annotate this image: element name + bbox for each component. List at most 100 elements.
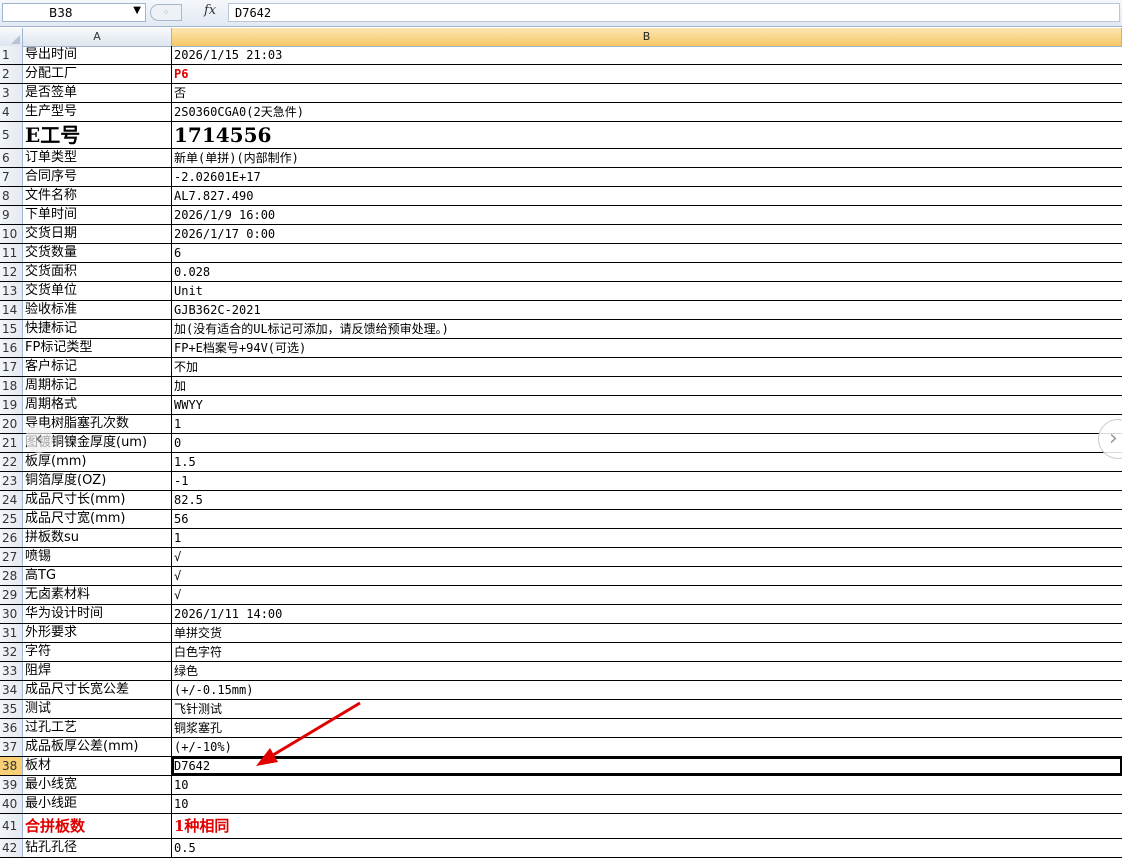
cell-a[interactable]: 板厚(mm) <box>23 453 172 471</box>
cell-a[interactable]: 交货数量 <box>23 244 172 262</box>
row-header[interactable]: 38 <box>0 757 23 775</box>
cell-b[interactable]: 2S0360CGA0(2天急件) <box>172 103 1122 121</box>
cell-a[interactable]: 快捷标记 <box>23 320 172 338</box>
row-header[interactable]: 39 <box>0 776 23 794</box>
cell-a[interactable]: 钻孔孔径 <box>23 839 172 857</box>
cell-b[interactable]: P6 <box>172 65 1122 83</box>
select-all-corner[interactable] <box>0 28 23 46</box>
row-header[interactable]: 34 <box>0 681 23 699</box>
fx-icon[interactable]: fx <box>204 3 216 18</box>
row-header[interactable]: 3 <box>0 84 23 102</box>
cell-b[interactable]: -2.02601E+17 <box>172 168 1122 186</box>
row-header[interactable]: 42 <box>0 839 23 857</box>
cell-b[interactable]: 1 <box>172 415 1122 433</box>
cell-a[interactable]: 板材 <box>23 757 172 775</box>
row-header[interactable]: 27 <box>0 548 23 566</box>
cell-b[interactable]: 1.5 <box>172 453 1122 471</box>
cell-b[interactable]: 加 <box>172 377 1122 395</box>
selected-cell-b[interactable]: D7642 <box>172 757 1122 775</box>
row-header[interactable]: 1 <box>0 46 23 64</box>
row-header[interactable]: 15 <box>0 320 23 338</box>
cell-a[interactable]: 成品尺寸长宽公差 <box>23 681 172 699</box>
row-header[interactable]: 8 <box>0 187 23 205</box>
row-header[interactable]: 30 <box>0 605 23 623</box>
cell-b[interactable]: 0.5 <box>172 839 1122 857</box>
cell-b[interactable]: 56 <box>172 510 1122 528</box>
cell-b[interactable]: WWYY <box>172 396 1122 414</box>
cell-b[interactable]: 0.028 <box>172 263 1122 281</box>
cell-a[interactable]: 过孔工艺 <box>23 719 172 737</box>
cell-a[interactable]: 导出时间 <box>23 46 172 64</box>
cell-b[interactable]: 加(没有适合的UL标记可添加，请反馈给预审处理。) <box>172 320 1122 338</box>
cell-a[interactable]: FP标记类型 <box>23 339 172 357</box>
cell-b[interactable]: 单拼交货 <box>172 624 1122 642</box>
formula-function-button[interactable]: ◦ <box>150 4 182 21</box>
cell-a[interactable]: 阻焊 <box>23 662 172 680</box>
cell-a[interactable]: 拼板数su <box>23 529 172 547</box>
cell-a[interactable]: 生产型号 <box>23 103 172 121</box>
row-header[interactable]: 12 <box>0 263 23 281</box>
cell-a[interactable]: 华为设计时间 <box>23 605 172 623</box>
row-header[interactable]: 14 <box>0 301 23 319</box>
cell-a[interactable]: E工号 <box>23 122 172 148</box>
cell-a[interactable]: 交货单位 <box>23 282 172 300</box>
row-header[interactable]: 31 <box>0 624 23 642</box>
row-header[interactable]: 21 <box>0 434 23 452</box>
cell-a[interactable]: 文件名称 <box>23 187 172 205</box>
cell-a[interactable]: 验收标准 <box>23 301 172 319</box>
cell-b[interactable]: 2026/1/9 16:00 <box>172 206 1122 224</box>
cell-a[interactable]: 最小线距 <box>23 795 172 813</box>
row-header[interactable]: 20 <box>0 415 23 433</box>
row-header[interactable]: 32 <box>0 643 23 661</box>
cell-a[interactable]: 客户标记 <box>23 358 172 376</box>
cell-b[interactable]: 绿色 <box>172 662 1122 680</box>
cell-a[interactable]: 外形要求 <box>23 624 172 642</box>
row-header[interactable]: 10 <box>0 225 23 243</box>
cell-b[interactable]: 铜浆塞孔 <box>172 719 1122 737</box>
cell-b[interactable]: AL7.827.490 <box>172 187 1122 205</box>
row-header[interactable]: 5 <box>0 122 23 148</box>
cell-a[interactable]: 交货日期 <box>23 225 172 243</box>
cell-a[interactable]: 成品尺寸宽(mm) <box>23 510 172 528</box>
row-header[interactable]: 6 <box>0 149 23 167</box>
cell-b[interactable]: 飞针测试 <box>172 700 1122 718</box>
row-header[interactable]: 2 <box>0 65 23 83</box>
row-header[interactable]: 4 <box>0 103 23 121</box>
cell-a[interactable]: 成品尺寸长(mm) <box>23 491 172 509</box>
cell-b[interactable]: √ <box>172 586 1122 604</box>
cell-a[interactable]: 最小线宽 <box>23 776 172 794</box>
row-header[interactable]: 22 <box>0 453 23 471</box>
cell-a[interactable]: 订单类型 <box>23 149 172 167</box>
row-header[interactable]: 25 <box>0 510 23 528</box>
cell-b[interactable]: 1 <box>172 529 1122 547</box>
cell-b[interactable]: √ <box>172 567 1122 585</box>
cell-a[interactable]: 测试 <box>23 700 172 718</box>
column-header-b[interactable]: B <box>172 28 1122 46</box>
cell-b[interactable]: 白色字符 <box>172 643 1122 661</box>
cell-a[interactable]: 周期标记 <box>23 377 172 395</box>
row-header[interactable]: 37 <box>0 738 23 756</box>
cell-a[interactable]: 成品板厚公差(mm) <box>23 738 172 756</box>
row-header[interactable]: 28 <box>0 567 23 585</box>
row-header[interactable]: 23 <box>0 472 23 490</box>
row-header[interactable]: 36 <box>0 719 23 737</box>
cell-b[interactable]: 2026/1/15 21:03 <box>172 46 1122 64</box>
cell-b[interactable]: 否 <box>172 84 1122 102</box>
prev-image-icon[interactable]: ‹ <box>25 425 53 453</box>
cell-a[interactable]: 铜箔厚度(OZ) <box>23 472 172 490</box>
row-header[interactable]: 33 <box>0 662 23 680</box>
row-header[interactable]: 18 <box>0 377 23 395</box>
cell-b[interactable]: 不加 <box>172 358 1122 376</box>
row-header[interactable]: 7 <box>0 168 23 186</box>
row-header[interactable]: 13 <box>0 282 23 300</box>
cell-b[interactable]: 2026/1/17 0:00 <box>172 225 1122 243</box>
cell-a[interactable]: 字符 <box>23 643 172 661</box>
cell-a[interactable]: 是否签单 <box>23 84 172 102</box>
cell-b[interactable]: 0 <box>172 434 1122 452</box>
row-header[interactable]: 41 <box>0 814 23 838</box>
cell-b[interactable]: 82.5 <box>172 491 1122 509</box>
row-header[interactable]: 40 <box>0 795 23 813</box>
cell-b[interactable]: √ <box>172 548 1122 566</box>
cell-b[interactable]: (+/-10%) <box>172 738 1122 756</box>
row-header[interactable]: 35 <box>0 700 23 718</box>
